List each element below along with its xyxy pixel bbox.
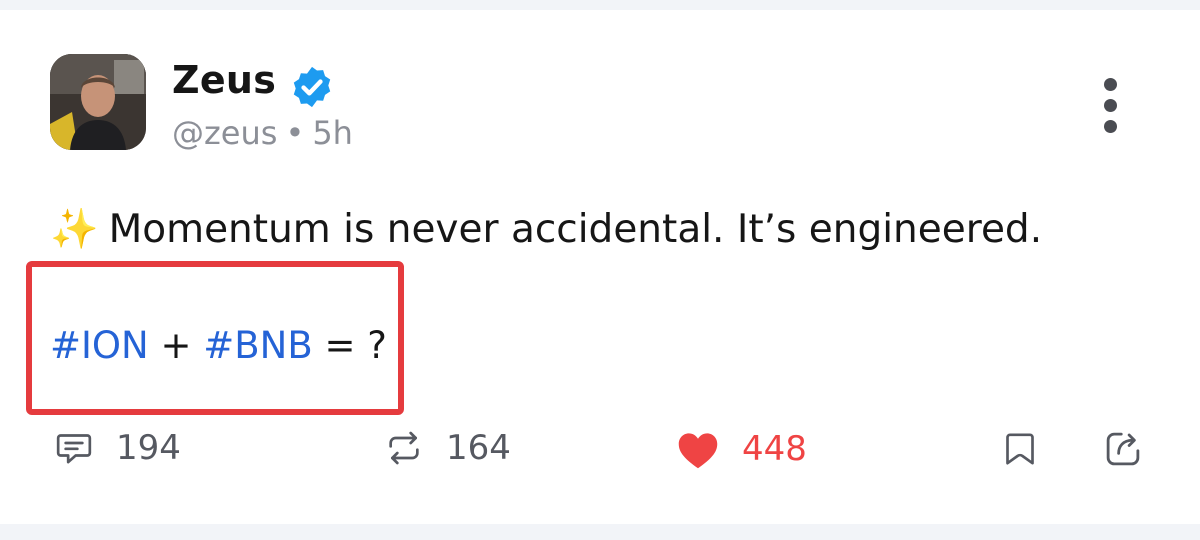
share-icon <box>1106 432 1140 466</box>
author-handle[interactable]: @zeus <box>172 114 277 152</box>
post-main-text: Momentum is never accidental. It’s engin… <box>108 207 1043 252</box>
reply-button[interactable]: 194 <box>54 428 181 468</box>
post-text-line-2: #ION + #BNB = ? <box>50 324 387 367</box>
post-time: 5h <box>312 114 353 152</box>
plus-sign: + <box>160 324 192 367</box>
like-button[interactable]: 448 <box>676 428 807 470</box>
reply-count: 194 <box>116 428 181 468</box>
bookmark-button[interactable] <box>1000 428 1040 470</box>
repost-icon <box>389 431 419 465</box>
sparkle-emoji: ✨ <box>50 207 99 252</box>
comment-icon <box>56 434 92 464</box>
share-button[interactable] <box>1102 428 1144 470</box>
author-name[interactable]: Zeus <box>172 58 276 102</box>
equals-question: = ? <box>324 324 387 367</box>
hashtag-ion[interactable]: #ION <box>50 324 149 367</box>
like-count: 448 <box>742 429 807 469</box>
bookmark-icon <box>1006 433 1034 465</box>
author-meta: @zeus • 5h <box>172 114 353 152</box>
more-vertical-icon[interactable] <box>1098 78 1122 142</box>
heart-icon <box>678 433 718 469</box>
avatar[interactable] <box>50 54 146 150</box>
repost-button[interactable]: 164 <box>384 428 511 468</box>
verified-badge-icon <box>293 66 331 108</box>
post-text-line-1: ✨ Momentum is never accidental. It’s engi… <box>50 206 1042 252</box>
hashtag-bnb[interactable]: #BNB <box>203 324 312 367</box>
repost-count: 164 <box>446 428 511 468</box>
meta-separator: • <box>285 114 305 152</box>
post-card: Zeus @zeus • 5h ✨ Momentum is never acciden… <box>0 10 1200 524</box>
